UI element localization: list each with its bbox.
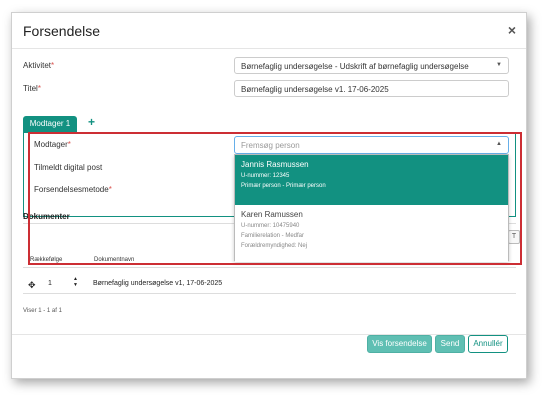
chevron-down-icon: ▼ [496,62,502,68]
order-stepper[interactable]: ▲ ▼ [73,276,78,288]
titel-value: Børnefaglig undersøgelse v1. 17-06-2025 [241,85,389,94]
forsendelse-modal: Forsendelse × Aktivitet* Børnefaglig und… [11,12,527,379]
aktivitet-label: Aktivitet* [23,61,55,70]
table-header-line [23,267,516,268]
send-button[interactable]: Send [435,335,465,353]
pagination-text: Viser 1 - 1 af 1 [23,308,62,314]
tab-modtager-1[interactable]: Modtager 1 [23,116,77,132]
modal-header: Forsendelse × [12,13,526,49]
modal-title: Forsendelse [23,23,101,39]
titel-input[interactable]: Børnefaglig undersøgelse v1. 17-06-2025 [234,80,509,97]
highlight-box [28,132,522,265]
close-icon[interactable]: × [508,22,516,38]
drag-handle-icon[interactable]: ✥ [28,280,36,291]
document-name: Børnefaglig undersøgelse v1, 17-06-2025 [93,280,223,287]
vis-forsendelse-button[interactable]: Vis forsendelse [367,335,432,353]
aktivitet-value: Børnefaglig undersøgelse - Udskrift af b… [241,62,469,71]
table-row-line [23,293,516,294]
cancel-button[interactable]: Annullér [468,335,508,353]
titel-label: Titel* [23,84,41,93]
aktivitet-select[interactable]: Børnefaglig undersøgelse - Udskrift af b… [234,57,509,74]
add-recipient-icon[interactable]: + [88,115,95,129]
order-value: 1 [48,280,52,287]
